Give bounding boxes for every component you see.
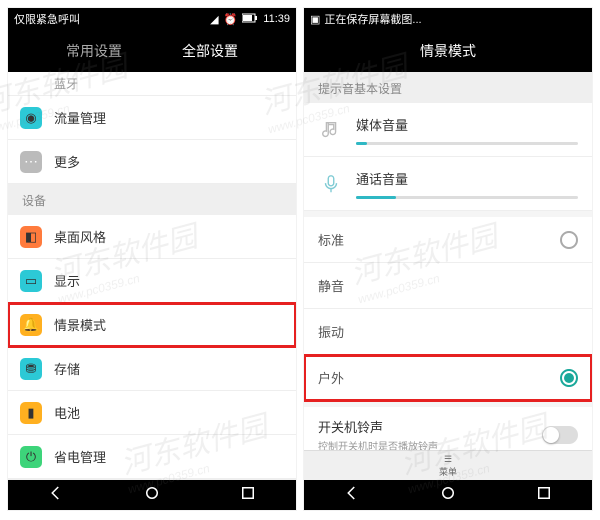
item-desktop[interactable]: ◧桌面风格 (8, 215, 296, 259)
mic-icon (318, 171, 344, 197)
battery-icon (242, 13, 258, 26)
nav-home[interactable] (439, 484, 457, 507)
carrier-text: 仅限紧急呼叫 (14, 11, 80, 27)
power-icon: ⏻ (20, 446, 42, 468)
music-icon (318, 117, 344, 143)
mode-outdoor[interactable]: 户外 (304, 355, 592, 401)
mode-silent[interactable]: 静音 (304, 263, 592, 309)
item-scene-mode[interactable]: 🔔情景模式 (8, 303, 296, 347)
saving-text: 正在保存屏幕截图... (324, 11, 421, 27)
tab-all[interactable]: 全部设置 (182, 41, 238, 61)
nav-back[interactable] (343, 484, 361, 507)
item-bluetooth[interactable]: 蓝牙 (8, 72, 296, 96)
item-traffic[interactable]: ◉流量管理 (8, 96, 296, 140)
phone-right: ▣ 正在保存屏幕截图... 情景模式 提示音基本设置 媒体音量 通话音量 标准 … (304, 8, 592, 510)
traffic-icon: ◉ (20, 107, 42, 129)
item-storage[interactable]: ⛃存储 (8, 347, 296, 391)
section-device: 设备 (8, 184, 296, 215)
display-icon: ▭ (20, 270, 42, 292)
media-slider[interactable] (356, 142, 578, 145)
storage-icon: ⛃ (20, 358, 42, 380)
section-audio: 提示音基本设置 (304, 72, 592, 103)
signal-icon: ◢ (210, 13, 218, 26)
desktop-icon: ◧ (20, 226, 42, 248)
call-volume[interactable]: 通话音量 (304, 157, 592, 211)
phone-left: 仅限紧急呼叫 ◢ ⏰ 11:39 常用设置 全部设置 蓝牙 ◉流量管理 ⋯更多 … (8, 8, 296, 510)
nav-bar (8, 480, 296, 510)
page-title: 情景模式 (420, 41, 476, 61)
item-display[interactable]: ▭显示 (8, 259, 296, 303)
title-bar: 情景模式 (304, 30, 592, 72)
radio-outdoor[interactable] (560, 369, 578, 387)
screenshot-icon: ▣ (310, 13, 320, 26)
call-slider[interactable] (356, 196, 578, 199)
nav-recent[interactable] (239, 484, 257, 507)
more-icon: ⋯ (20, 151, 42, 173)
clock-text: 11:39 (263, 13, 290, 25)
menu-icon: ☰ (444, 454, 452, 465)
tab-common[interactable]: 常用设置 (66, 41, 122, 61)
status-bar: 仅限紧急呼叫 ◢ ⏰ 11:39 (8, 8, 296, 30)
alarm-icon: ⏰ (224, 13, 238, 26)
item-power[interactable]: ⏻省电管理 (8, 435, 296, 479)
item-battery[interactable]: ▮电池 (8, 391, 296, 435)
nav-home[interactable] (143, 484, 161, 507)
scene-icon: 🔔 (20, 314, 42, 336)
status-bar: ▣ 正在保存屏幕截图... (304, 8, 592, 30)
item-more[interactable]: ⋯更多 (8, 140, 296, 184)
tab-bar: 常用设置 全部设置 (8, 30, 296, 72)
ringtone-switch[interactable] (542, 426, 578, 444)
mode-vibrate[interactable]: 振动 (304, 309, 592, 355)
media-volume[interactable]: 媒体音量 (304, 103, 592, 157)
nav-bar (304, 480, 592, 510)
nav-back[interactable] (47, 484, 65, 507)
radio-standard[interactable] (560, 231, 578, 249)
nav-recent[interactable] (535, 484, 553, 507)
mode-standard[interactable]: 标准 (304, 217, 592, 263)
battery-item-icon: ▮ (20, 402, 42, 424)
bottom-menu[interactable]: ☰ 菜单 (304, 450, 592, 480)
